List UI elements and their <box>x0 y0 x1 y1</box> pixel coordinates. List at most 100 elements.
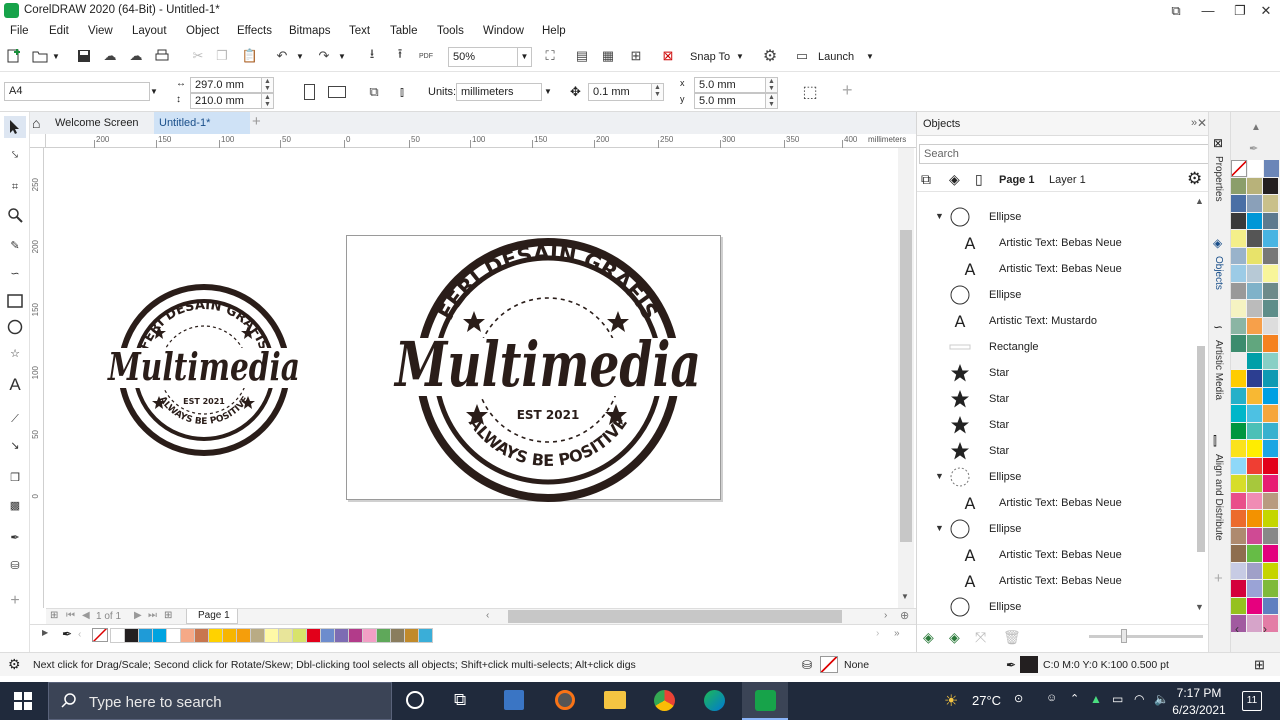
palette-swatch[interactable] <box>1263 317 1279 335</box>
polygon-tool-icon[interactable]: ☆ <box>4 342 26 364</box>
cloud-upload-icon[interactable]: ☁ <box>100 46 120 66</box>
rectangle-tool-icon[interactable] <box>4 290 26 312</box>
palette-swatch[interactable] <box>1231 422 1247 440</box>
palette-swatch[interactable] <box>236 628 251 643</box>
palette-swatch[interactable] <box>1263 282 1279 300</box>
palette-swatch[interactable] <box>1247 562 1263 580</box>
palette-swatch[interactable] <box>1263 195 1279 213</box>
scroll-left-icon[interactable]: ‹ <box>486 610 489 621</box>
crop-tool-icon[interactable]: ⌗ <box>4 176 26 198</box>
menu-help[interactable]: Help <box>542 25 566 37</box>
object-tree-row[interactable]: A Artistic Text: Bebas Neue <box>917 230 1193 256</box>
palette-swatch[interactable] <box>1231 265 1247 283</box>
expand-arrow-icon[interactable]: ▼ <box>935 471 944 481</box>
network-icon[interactable]: ⊙ <box>1014 692 1023 705</box>
artistic-media-tool-icon[interactable]: ∽ <box>4 262 26 284</box>
palette-swatch[interactable] <box>1247 282 1263 300</box>
clock-date[interactable]: 6/23/2021 <box>1168 703 1230 717</box>
copy-icon[interactable]: ❐ <box>212 46 232 66</box>
tab-artistic-media[interactable]: Artistic Media <box>1213 340 1224 400</box>
tab-welcome-screen[interactable]: Welcome Screen <box>50 112 154 134</box>
object-tree-row[interactable]: Rectangle <box>917 334 1193 360</box>
menu-layout[interactable]: Layout <box>132 25 167 37</box>
palette-swatch[interactable] <box>1231 370 1247 388</box>
palette-swatch[interactable] <box>1248 160 1264 178</box>
bleed-frame-icon[interactable]: ⬚ <box>800 82 820 102</box>
palette-eyedropper-icon[interactable]: ✒ <box>62 627 72 641</box>
palette-swatch[interactable] <box>194 628 209 643</box>
palette-swatch[interactable] <box>1231 387 1247 405</box>
tab-properties[interactable]: Properties <box>1213 156 1224 202</box>
units-select[interactable]: millimeters <box>456 83 542 101</box>
palette-swatch[interactable] <box>1231 457 1247 475</box>
docker-options-gear-icon[interactable]: ⚙ <box>1187 169 1202 189</box>
edge-icon[interactable] <box>704 690 725 711</box>
zoom-navigator-icon[interactable]: ⊕ <box>900 609 909 622</box>
fill-swatch[interactable] <box>820 656 838 673</box>
palette-swatch[interactable] <box>1247 527 1263 545</box>
slider-thumb[interactable] <box>1121 629 1127 643</box>
snap-to-dropdown-icon[interactable]: ▼ <box>736 52 744 61</box>
horizontal-scroll-thumb[interactable] <box>508 610 842 623</box>
palette-swatch[interactable] <box>376 628 391 643</box>
next-page-icon[interactable]: ▶ <box>134 610 142 621</box>
dup-y-spinner[interactable]: ▲ ▼ <box>766 93 778 109</box>
palette-next-icon[interactable]: › <box>876 628 879 639</box>
portrait-icon[interactable] <box>304 84 315 100</box>
redo-icon[interactable]: ↷ <box>314 46 334 66</box>
object-tree-row[interactable]: A Artistic Text: Mustardo <box>917 308 1193 334</box>
palette-eyedropper-side-icon[interactable]: ✒ <box>1249 142 1258 155</box>
palette-scroll-prev-icon[interactable]: ‹ <box>78 629 81 640</box>
horizontal-ruler[interactable]: millimeters 200 150 100 50 0 50 100 150 200 250 30… <box>46 134 916 148</box>
launch-icon[interactable]: ▭ <box>792 46 812 66</box>
cut-icon[interactable]: ✂ <box>188 46 208 66</box>
palette-swatch[interactable] <box>320 628 335 643</box>
landscape-icon[interactable] <box>328 86 346 98</box>
task-view-icon[interactable]: ⧉ <box>454 690 466 710</box>
palette-swatch[interactable] <box>1231 405 1247 423</box>
palette-swatch[interactable] <box>1231 177 1247 195</box>
prev-page-icon[interactable]: ◀ <box>82 610 90 621</box>
palette-swatch[interactable] <box>1263 510 1279 528</box>
layer-manager-icon[interactable]: ⧉ <box>921 171 931 188</box>
prev-first-icon[interactable]: ⏮ <box>66 610 75 621</box>
palette-swatch[interactable] <box>1263 230 1279 248</box>
weather-icon[interactable]: ☀ <box>944 691 958 711</box>
quick-customize-plus-icon[interactable]: + <box>4 590 26 612</box>
palette-swatch[interactable] <box>1247 335 1263 353</box>
layers-icon[interactable]: ◈ <box>949 171 960 188</box>
tray-app-icon[interactable]: ▲ <box>1090 692 1102 706</box>
volume-icon[interactable]: 🔈 <box>1154 692 1169 706</box>
outline-swatch[interactable] <box>1020 656 1038 673</box>
color-proof-icon[interactable]: ⊞ <box>1254 657 1265 673</box>
nudge-spinner[interactable]: ▲ ▼ <box>652 83 664 101</box>
palette-swatch[interactable] <box>1263 545 1279 563</box>
publish-pdf-icon[interactable]: PDF <box>416 46 436 66</box>
menu-text[interactable]: Text <box>349 25 370 37</box>
show-rulers-icon[interactable]: ▤ <box>572 46 592 66</box>
last-page-icon[interactable]: ⏭ <box>148 610 157 621</box>
palette-swatch[interactable] <box>1231 580 1247 598</box>
palette-swatch[interactable] <box>1247 545 1263 563</box>
palette-swatch[interactable] <box>278 628 293 643</box>
palette-swatch[interactable] <box>1247 615 1263 633</box>
object-tree-row[interactable]: A Artistic Text: Bebas Neue <box>917 568 1193 594</box>
show-guidelines-icon[interactable]: ⊞ <box>626 46 646 66</box>
palette-swatch[interactable] <box>1247 475 1263 493</box>
no-color-swatch[interactable] <box>92 628 108 642</box>
add-docker-plus-icon[interactable]: + <box>1214 570 1223 587</box>
palette-swatch[interactable] <box>362 628 377 643</box>
palette-up-icon[interactable]: ▲ <box>1251 122 1261 133</box>
palette-swatch[interactable] <box>306 628 321 643</box>
object-tree-row[interactable]: ▼ Ellipse <box>917 464 1193 490</box>
tree-scroll-down-icon[interactable]: ▼ <box>1195 602 1204 612</box>
object-tree-row[interactable]: A Artistic Text: Bebas Neue <box>917 542 1193 568</box>
chrome-icon[interactable] <box>654 690 675 711</box>
palette-swatch[interactable] <box>1263 335 1279 353</box>
coreldraw-taskbar-button[interactable] <box>742 682 788 720</box>
people-icon[interactable]: ☺ <box>1046 692 1057 704</box>
new-layer-icon[interactable]: ◈ <box>923 629 934 646</box>
menu-object[interactable]: Object <box>186 25 219 37</box>
current-layer-label[interactable]: Layer 1 <box>1049 174 1086 186</box>
objects-search-input[interactable]: Search <box>919 144 1209 164</box>
